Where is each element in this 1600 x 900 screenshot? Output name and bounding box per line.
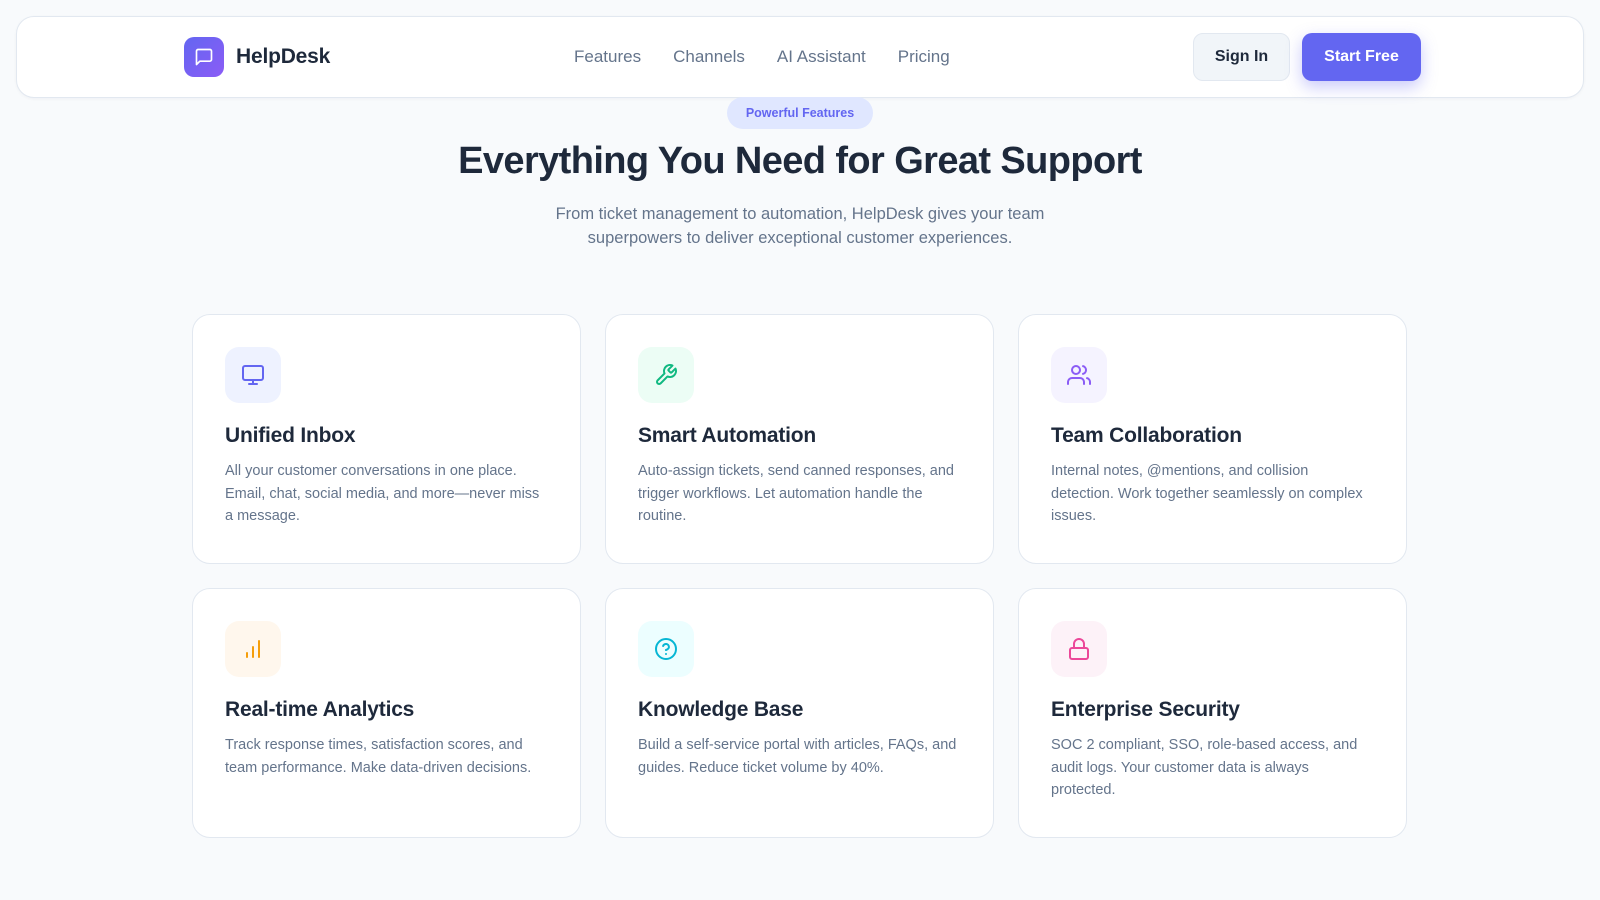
features-grid: Unified Inbox All your customer conversa… [192,314,1408,838]
brand-name: HelpDesk [236,45,331,68]
bar-chart-icon [225,621,281,677]
help-circle-icon [638,621,694,677]
users-icon [1051,347,1107,403]
nav-link-channels[interactable]: Channels [673,47,745,67]
feature-card-smart-automation: Smart Automation Auto-assign tickets, se… [605,314,994,564]
feature-title: Smart Automation [638,424,817,447]
feature-card-knowledge-base: Knowledge Base Build a self-service port… [605,588,994,838]
subtitle-line-1: From ticket management to automation, He… [555,205,1045,223]
wrench-icon [638,347,694,403]
subtitle-line-2: superpowers to deliver exceptional custo… [587,229,1013,247]
main-nav: Features Channels AI Assistant Pricing [574,17,950,97]
chat-bubble-icon [184,37,224,77]
feature-description: Track response times, satisfaction score… [225,737,532,776]
sign-in-button[interactable]: Sign In [1193,33,1290,81]
monitor-icon [225,347,281,403]
feature-description: SOC 2 compliant, SSO, role-based access,… [1051,737,1358,798]
nav-link-pricing[interactable]: Pricing [898,47,950,67]
start-free-button[interactable]: Start Free [1302,33,1421,81]
feature-card-unified-inbox: Unified Inbox All your customer conversa… [192,314,581,564]
feature-description: Internal notes, @mentions, and collision… [1051,463,1363,524]
feature-description: Auto-assign tickets, send canned respons… [638,463,954,524]
feature-description: Build a self-service portal with article… [638,737,957,776]
top-navbar: HelpDesk Features Channels AI Assistant … [16,16,1584,98]
feature-title: Unified Inbox [225,424,356,447]
feature-card-enterprise-security: Enterprise Security SOC 2 compliant, SSO… [1018,588,1407,838]
nav-link-features[interactable]: Features [574,47,641,67]
section-badge: Powerful Features [727,97,873,129]
brand[interactable]: HelpDesk [184,37,330,77]
section-subtitle: From ticket management to automation, He… [530,202,1070,250]
feature-title: Team Collaboration [1051,424,1242,447]
nav-actions: Sign In Start Free [1193,33,1421,81]
feature-card-team-collaboration: Team Collaboration Internal notes, @ment… [1018,314,1407,564]
lock-icon [1051,621,1107,677]
feature-description: All your customer conversations in one p… [225,463,540,524]
feature-title: Real-time Analytics [225,698,415,721]
nav-link-ai-assistant[interactable]: AI Assistant [777,47,866,67]
feature-title: Knowledge Base [638,698,804,721]
feature-title: Enterprise Security [1051,698,1240,721]
feature-card-realtime-analytics: Real-time Analytics Track response times… [192,588,581,838]
section-title: Everything You Need for Great Support [458,140,1142,182]
